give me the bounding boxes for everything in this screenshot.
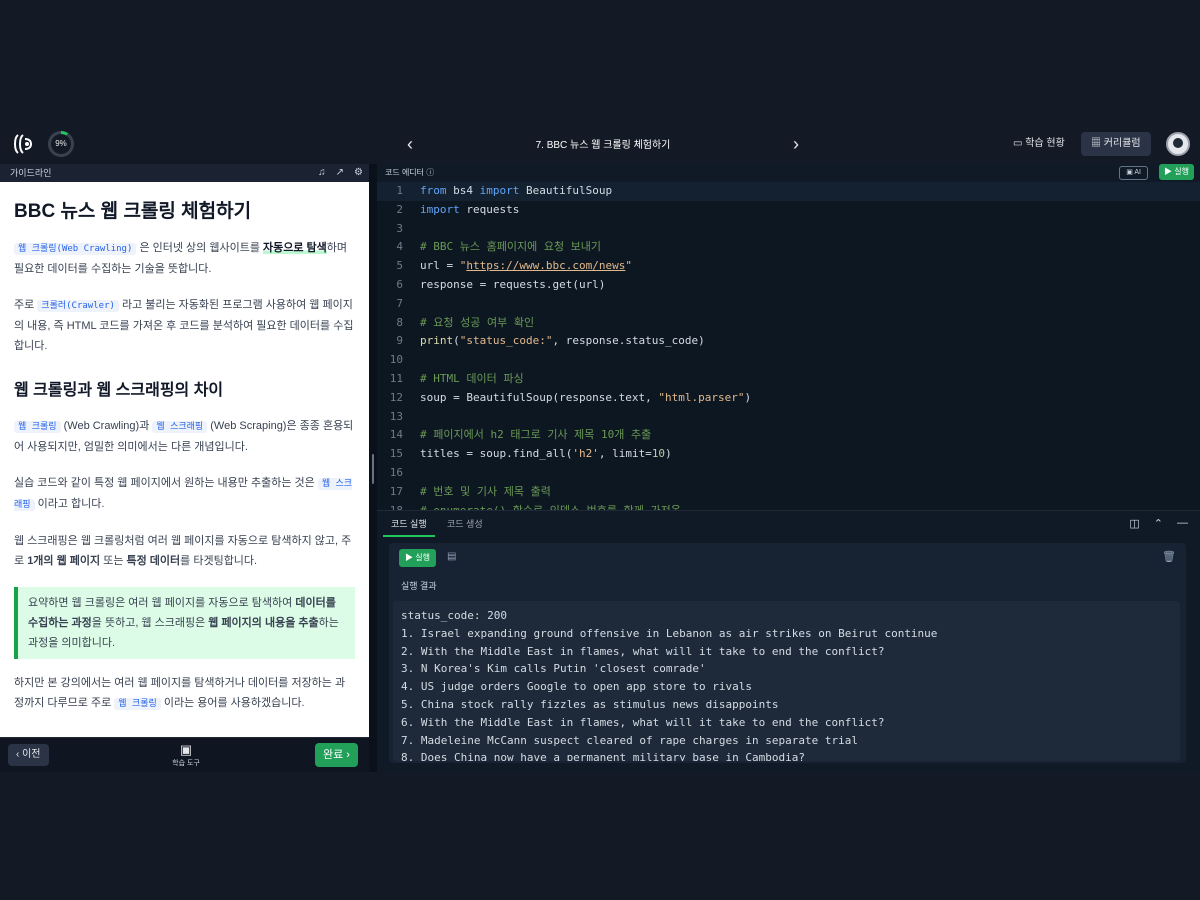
play-icon: ▶	[1164, 167, 1175, 176]
terminal-icon[interactable]: ▤	[447, 551, 459, 563]
guide-panel: 가이드라인 ♫ ↗ ⚙ BBC 뉴스 웹 크롤링 체험하기 웹 크롤링(Web …	[0, 164, 369, 772]
external-link-icon[interactable]: ↗	[336, 164, 344, 182]
output-line: 4. US judge orders Google to open app st…	[401, 680, 752, 694]
progress-text: 9%	[51, 134, 71, 154]
output-line: status_code: 200	[401, 609, 507, 622]
console: ▶ 실행 ▤ 🗑 실행 결과 status_code: 200 1. Israe…	[389, 543, 1186, 763]
code-line[interactable]: 15 titles = soup.find_all('h2', limit=10)	[377, 445, 1200, 464]
learning-tools-button[interactable]: ▣ 학습 도구	[166, 742, 206, 768]
logo-icon	[12, 132, 36, 156]
top-bar: 9% ‹ 7. BBC 뉴스 웹 크롤링 체험하기 › ▭ 학습 현황 ▦ 커리…	[0, 124, 1200, 164]
code-line[interactable]: 1 from bs4 import BeautifulSoup	[377, 182, 1200, 201]
output-line: 5. China stock rally fizzles as stimulus…	[401, 697, 779, 711]
output-line: 6. With the Middle East in flames, what …	[401, 715, 885, 729]
output-line: 1. Israel expanding ground offensive in …	[401, 626, 938, 640]
guide-title: BBC 뉴스 웹 크롤링 체험하기	[14, 201, 252, 222]
paragraph: 실습 코드와 같이 특정 웹 페이지에서 원하는 내용만 추출하는 것은 웹 스…	[14, 477, 353, 511]
tab-run-code[interactable]: 코드 실행	[383, 511, 435, 537]
paragraph: 주로 크롤러(Crawler) 라고 불리는 자동화된 프로그램 사용하여 웹 …	[14, 299, 354, 352]
chevron-right-icon: ›	[343, 749, 350, 761]
guide-header: 가이드라인 ♫ ↗ ⚙	[0, 164, 369, 182]
code-line[interactable]: 3	[377, 220, 1200, 239]
editor-header: 코드 에디터 ⓘ ▣ AI ▶ 실행	[377, 164, 1200, 182]
code-line[interactable]: 2 import requests	[377, 201, 1200, 220]
panel-splitter[interactable]	[369, 164, 377, 772]
code-line[interactable]: 17 # 번호 및 기사 제목 출력	[377, 483, 1200, 502]
output-tabs: 코드 실행 코드 생성 ◫ ⌃ —	[377, 511, 1200, 537]
progress-ring: 9%	[48, 131, 74, 157]
complete-button[interactable]: 완료 ›	[315, 743, 358, 767]
output-panel: 코드 실행 코드 생성 ◫ ⌃ — ▶ 실행 ▤ 🗑 실행 결과 status_…	[377, 510, 1200, 772]
monitor-icon: ▭	[1013, 138, 1023, 149]
code-line[interactable]: 11 # HTML 데이터 파싱	[377, 370, 1200, 389]
split-panel-icon[interactable]: ◫	[1129, 517, 1139, 530]
code-line[interactable]: 6 response = requests.get(url)	[377, 276, 1200, 295]
code-line[interactable]: 14 # 페이지에서 h2 태그로 기사 제목 10개 추출	[377, 426, 1200, 445]
section-heading: 웹 크롤링과 웹 스크래핑의 차이	[14, 382, 224, 399]
code-line[interactable]: 8 # 요청 성공 여부 확인	[377, 314, 1200, 333]
curriculum-button[interactable]: ▦ 커리큘럼	[1081, 132, 1151, 156]
prev-button[interactable]: ‹ 이전	[8, 744, 49, 766]
minimize-icon[interactable]: —	[1177, 517, 1188, 530]
output-text: status_code: 200 1. Israel expanding gro…	[393, 601, 1180, 761]
code-line[interactable]: 16	[377, 464, 1200, 483]
code-line[interactable]: 12 soup = BeautifulSoup(response.text, "h…	[377, 389, 1200, 408]
tab-generate-code[interactable]: 코드 생성	[439, 511, 491, 537]
code-area[interactable]: 1 from bs4 import BeautifulSoup 2 import r…	[377, 182, 1200, 510]
chevron-up-icon[interactable]: ⌃	[1154, 517, 1163, 530]
avatar[interactable]	[1166, 132, 1190, 156]
guide-footer: ‹ 이전 ▣ 학습 도구 완료 ›	[0, 737, 369, 772]
paragraph: 웹 크롤링(Web Crawling) 은 인터넷 상의 웹사이트를 자동으로 …	[14, 242, 348, 275]
code-line[interactable]: 4 # BBC 뉴스 홈페이지에 요청 보내기	[377, 238, 1200, 257]
prev-lesson-icon[interactable]: ‹	[398, 132, 422, 156]
app-window: 9% ‹ 7. BBC 뉴스 웹 크롤링 체험하기 › ▭ 학습 현황 ▦ 커리…	[0, 124, 1200, 772]
ai-button[interactable]: ▣ AI	[1119, 166, 1148, 180]
output-line: 8. Does China now have a permanent milit…	[401, 751, 805, 761]
next-lesson-icon[interactable]: ›	[784, 132, 808, 156]
code-line[interactable]: 13	[377, 408, 1200, 427]
guide-content: BBC 뉴스 웹 크롤링 체험하기 웹 크롤링(Web Crawling) 은 …	[0, 182, 369, 737]
code-line[interactable]: 10	[377, 351, 1200, 370]
output-line: 2. With the Middle East in flames, what …	[401, 644, 885, 658]
output-line: 3. N Korea's Kim calls Putin 'closest co…	[401, 662, 706, 676]
trash-icon[interactable]: 🗑	[1162, 550, 1176, 563]
paragraph: 하지만 본 강의에서는 여러 웹 페이지를 탐색하거나 데이터를 저장하는 과정…	[14, 677, 346, 710]
run-button[interactable]: ▶ 실행	[1159, 164, 1194, 180]
play-icon: ▶	[405, 553, 416, 562]
book-icon: ▦	[1091, 138, 1101, 149]
summary-note: 요약하면 웹 크롤링은 여러 웹 페이지를 자동으로 탐색하여 데이터를 수집하…	[14, 587, 355, 659]
code-editor: 코드 에디터 ⓘ ▣ AI ▶ 실행 1 from bs4 import Beau…	[377, 164, 1200, 510]
drag-handle[interactable]	[372, 454, 374, 484]
code-line[interactable]: 7	[377, 295, 1200, 314]
gear-icon[interactable]: ⚙	[354, 164, 363, 182]
lesson-title: 7. BBC 뉴스 웹 크롤링 체험하기	[535, 140, 671, 151]
toolbox-icon: ▣	[179, 742, 193, 757]
code-line[interactable]: 9 print("status_code:", response.status_c…	[377, 332, 1200, 351]
console-run-button[interactable]: ▶ 실행	[399, 549, 436, 567]
headphones-icon[interactable]: ♫	[318, 164, 326, 182]
result-label: 실행 결과	[401, 581, 437, 591]
paragraph: 웹 스크래핑은 웹 크롤링처럼 여러 웹 페이지를 자동으로 탐색하지 않고, …	[14, 535, 352, 567]
code-line[interactable]: 18# enumerate() 함수로 인덱스 번호를 함께 가져옴	[377, 502, 1200, 510]
paragraph: 웹 크롤링 (Web Crawling)과 웹 스크래핑 (Web Scrapi…	[14, 420, 354, 453]
learning-status-button[interactable]: ▭ 학습 현황	[1013, 132, 1065, 156]
code-line[interactable]: 5 url = "https://www.bbc.com/news"	[377, 257, 1200, 276]
info-icon[interactable]: ⓘ	[426, 168, 434, 177]
output-line: 7. Madeleine McCann suspect cleared of r…	[401, 733, 858, 747]
